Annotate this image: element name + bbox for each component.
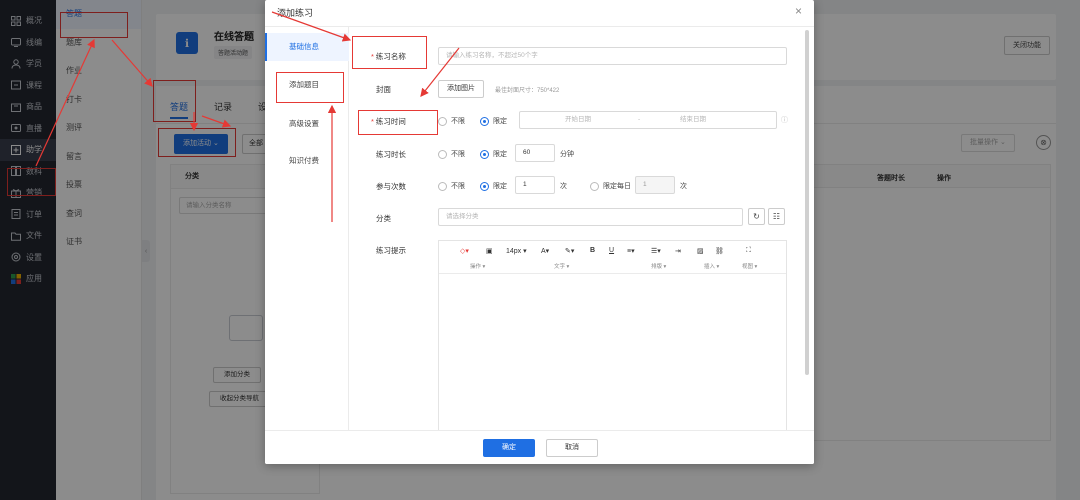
required-mark: * — [371, 52, 374, 61]
format-painter-icon[interactable]: ▣ — [486, 247, 493, 255]
info-icon: ⓘ — [781, 117, 788, 124]
cover-label: 封面 — [376, 85, 391, 94]
tip-label: 练习提示 — [376, 246, 406, 255]
date-range-picker[interactable]: 开始日期 - 结束日期 — [519, 111, 777, 129]
practice-time-label: * 练习时间 — [371, 116, 406, 127]
duration-limited-label: 限定 — [493, 151, 507, 158]
dialog-title: 添加练习 — [277, 8, 314, 18]
list-settings-icon[interactable]: ☷ — [768, 208, 785, 225]
highlight-icon[interactable]: ✎▾ — [565, 247, 574, 255]
practice-name-input[interactable]: 请输入练习名称，不超过50个字 — [438, 47, 787, 65]
practice-name-label-text: 练习名称 — [375, 52, 406, 61]
category-label: 分类 — [376, 214, 391, 223]
radio-dot — [480, 149, 489, 159]
font-size-value: 14px — [506, 248, 522, 255]
side-item-knowledge-payment[interactable]: 知识付费 — [265, 155, 349, 166]
add-practice-dialog: 添加练习 × 基础信息 添加题目 高级设置 知识付费 * 练习名称 请输入练习名称… — [265, 0, 814, 464]
underline-button[interactable]: U — [609, 247, 614, 254]
radio-dot — [480, 181, 489, 191]
duration-limited-radio[interactable]: 限定 — [480, 149, 507, 159]
duration-unit: 分钟 — [560, 151, 574, 158]
attempts-unit: 次 — [560, 183, 567, 190]
practice-name-label: * 练习名称 — [371, 51, 406, 62]
toolbar-group-operation: 操作 ▾ — [470, 264, 486, 270]
time-unlimited-radio[interactable]: 不限 — [438, 116, 465, 126]
category-select[interactable]: 请选择分类 — [438, 208, 743, 226]
fullscreen-icon[interactable]: ⛶ — [746, 247, 751, 255]
rich-text-editor[interactable]: ◇▾ ▣ 14px ▾ A▾ ✎▾ B U ≡▾ ☰▾ ⇥ ▨ ⛓ ⛶ 操作 ▾… — [438, 240, 787, 435]
end-date-placeholder: 结束日期 — [680, 116, 706, 123]
attempts-daily-input[interactable]: 1 — [635, 176, 675, 194]
font-size-select[interactable]: 14px ▾ — [506, 247, 527, 255]
cancel-button[interactable]: 取消 — [546, 439, 598, 457]
link-icon[interactable]: ⛓ — [715, 247, 724, 255]
toolbar-group-text: 文字 ▾ — [554, 264, 570, 270]
attempts-daily-unit: 次 — [680, 183, 687, 190]
dialog-side-menu: 基础信息 添加题目 高级设置 知识付费 — [265, 27, 349, 430]
bold-button[interactable]: B — [590, 247, 595, 254]
font-color-icon[interactable]: A▾ — [541, 247, 549, 255]
toolbar-group-insert: 插入 ▾ — [704, 264, 720, 270]
practice-time-label-text: 练习时间 — [375, 117, 406, 126]
toolbar-group-layout: 排版 ▾ — [651, 264, 667, 270]
radio-dot — [438, 181, 447, 191]
attempts-unlimited-label: 不限 — [451, 183, 465, 190]
attempts-limited-radio[interactable]: 限定 — [480, 181, 507, 191]
side-item-advanced-settings[interactable]: 高级设置 — [265, 118, 349, 129]
side-item-basic-info[interactable]: 基础信息 — [265, 33, 349, 61]
side-item-add-questions[interactable]: 添加题目 — [265, 79, 349, 90]
attempts-daily-label: 限定每日 — [603, 183, 631, 190]
attempts-label: 参与次数 — [376, 182, 406, 191]
attempts-input[interactable]: 1 — [515, 176, 555, 194]
attempts-limited-label: 限定 — [493, 183, 507, 190]
cover-size-hint: 最佳封面尺寸：750*422 — [495, 88, 560, 94]
attempts-unlimited-radio[interactable]: 不限 — [438, 181, 465, 191]
start-date-placeholder: 开始日期 — [565, 116, 591, 123]
required-mark: * — [371, 117, 374, 126]
editor-toolbar: ◇▾ ▣ 14px ▾ A▾ ✎▾ B U ≡▾ ☰▾ ⇥ ▨ ⛓ ⛶ 操作 ▾… — [439, 241, 786, 274]
dialog-footer: 确定 取消 — [265, 430, 814, 464]
duration-unlimited-label: 不限 — [451, 151, 465, 158]
time-limited-radio[interactable]: 限定 — [480, 116, 507, 126]
close-icon[interactable]: × — [795, 4, 802, 18]
radio-dot — [590, 181, 599, 191]
duration-input[interactable]: 60 — [515, 144, 555, 162]
radio-dot — [480, 116, 489, 126]
time-limited-label: 限定 — [493, 118, 507, 125]
radio-dot — [438, 149, 447, 159]
list-icon[interactable]: ☰▾ — [651, 247, 661, 255]
indent-icon[interactable]: ⇥ — [675, 247, 681, 255]
time-unlimited-label: 不限 — [451, 118, 465, 125]
radio-dot — [438, 116, 447, 126]
confirm-button[interactable]: 确定 — [483, 439, 535, 457]
toolbar-group-view: 视图 ▾ — [742, 264, 758, 270]
align-icon[interactable]: ≡▾ — [627, 247, 635, 255]
attempts-daily-radio[interactable]: 限定每日 — [590, 181, 631, 191]
refresh-icon[interactable]: ↻ — [748, 208, 765, 225]
image-icon[interactable]: ▨ — [697, 247, 704, 255]
eraser-icon[interactable]: ◇▾ — [460, 247, 469, 255]
add-image-button[interactable]: 添加图片 — [438, 80, 484, 98]
date-separator: - — [638, 116, 641, 123]
duration-label: 练习时长 — [376, 150, 406, 159]
dialog-scrollbar[interactable] — [805, 30, 809, 375]
duration-unlimited-radio[interactable]: 不限 — [438, 149, 465, 159]
